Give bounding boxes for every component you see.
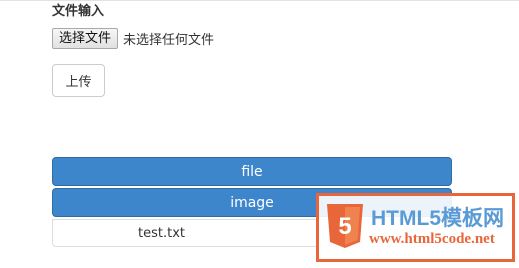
- shield-number: 5: [338, 213, 351, 240]
- top-divider: [0, 0, 519, 1]
- upload-button[interactable]: 上传: [52, 64, 105, 97]
- file-input[interactable]: 选择文件 未选择任何文件: [52, 27, 214, 49]
- watermark-logo: 5 HTML5模板网 www.html5code.net: [316, 193, 515, 262]
- watermark-url: www.html5code.net: [369, 231, 495, 247]
- watermark-title: HTML5模板网: [371, 207, 504, 230]
- html5-shield-icon: 5: [327, 204, 363, 248]
- page: 文件输入 选择文件 未选择任何文件 上传 file image test.txt…: [0, 0, 519, 268]
- file-name: test.txt: [138, 226, 185, 241]
- file-button[interactable]: file: [52, 157, 452, 186]
- choose-file-button[interactable]: 选择文件: [52, 27, 119, 49]
- no-file-selected-text: 未选择任何文件: [123, 32, 215, 48]
- file-input-label: 文件输入: [52, 4, 105, 19]
